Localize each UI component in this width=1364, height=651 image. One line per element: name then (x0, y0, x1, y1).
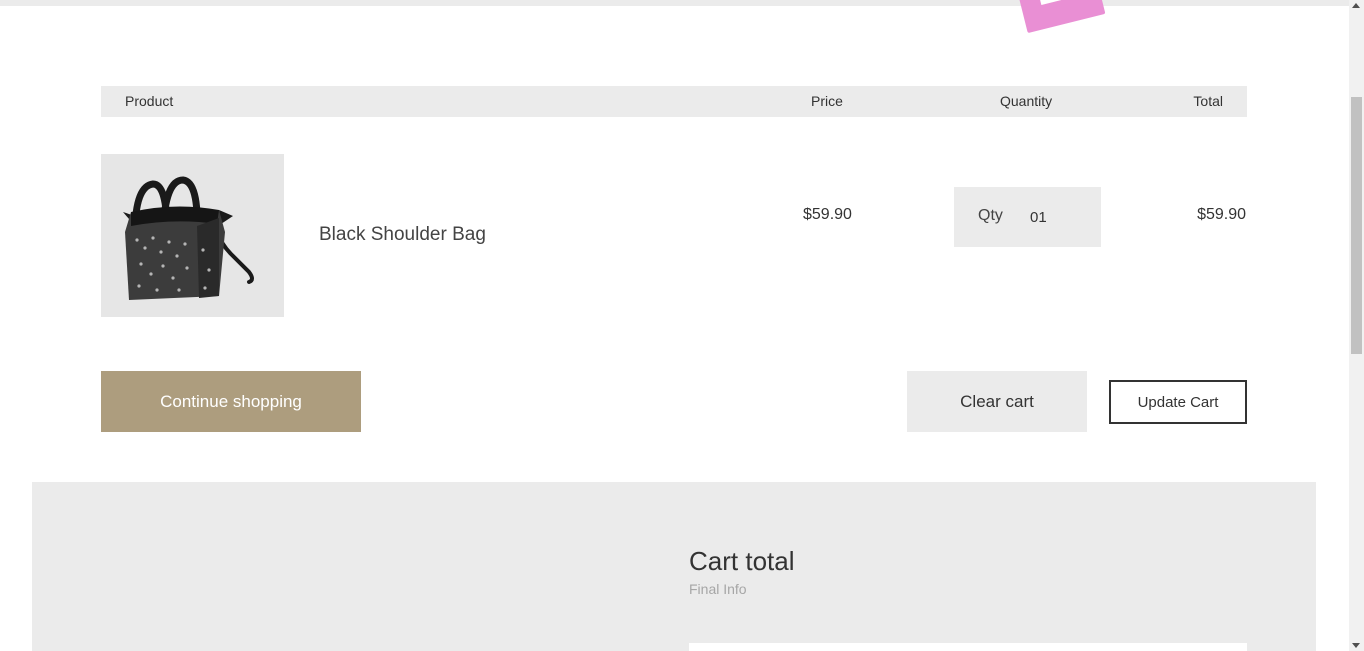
scrollbar-thumb[interactable] (1351, 97, 1362, 354)
header-quantity: Quantity (1000, 93, 1053, 109)
header-total: Total (1193, 93, 1223, 109)
cart-total-subtitle: Final Info (689, 581, 747, 597)
cart-total-section: Cart total Final Info (32, 482, 1316, 651)
scroll-up-arrow-icon[interactable] (1352, 3, 1360, 8)
product-price: $59.90 (803, 206, 852, 223)
top-divider (0, 0, 1349, 6)
quantity-stepper: Qty (954, 187, 1101, 247)
continue-shopping-button[interactable]: Continue shopping (101, 371, 361, 432)
handbag-icon (123, 176, 254, 300)
page-scrollbar[interactable] (1349, 0, 1364, 651)
line-total: $59.90 (1197, 206, 1246, 223)
product-name-link[interactable]: Black Shoulder Bag (319, 224, 486, 246)
cart-table-header: Product Price Quantity Total (101, 86, 1247, 117)
header-product: Product (125, 93, 174, 109)
quantity-input[interactable] (1030, 203, 1080, 231)
product-image[interactable] (101, 154, 284, 317)
cart-total-title: Cart total (689, 546, 795, 576)
cart-total-card (689, 643, 1247, 651)
header-price: Price (811, 93, 843, 109)
clear-cart-button[interactable]: Clear cart (907, 371, 1087, 432)
update-cart-button[interactable]: Update Cart (1109, 380, 1247, 424)
scroll-down-arrow-icon[interactable] (1352, 643, 1360, 648)
qty-label: Qty (978, 207, 1003, 224)
promo-tag-icon (1018, 0, 1106, 34)
